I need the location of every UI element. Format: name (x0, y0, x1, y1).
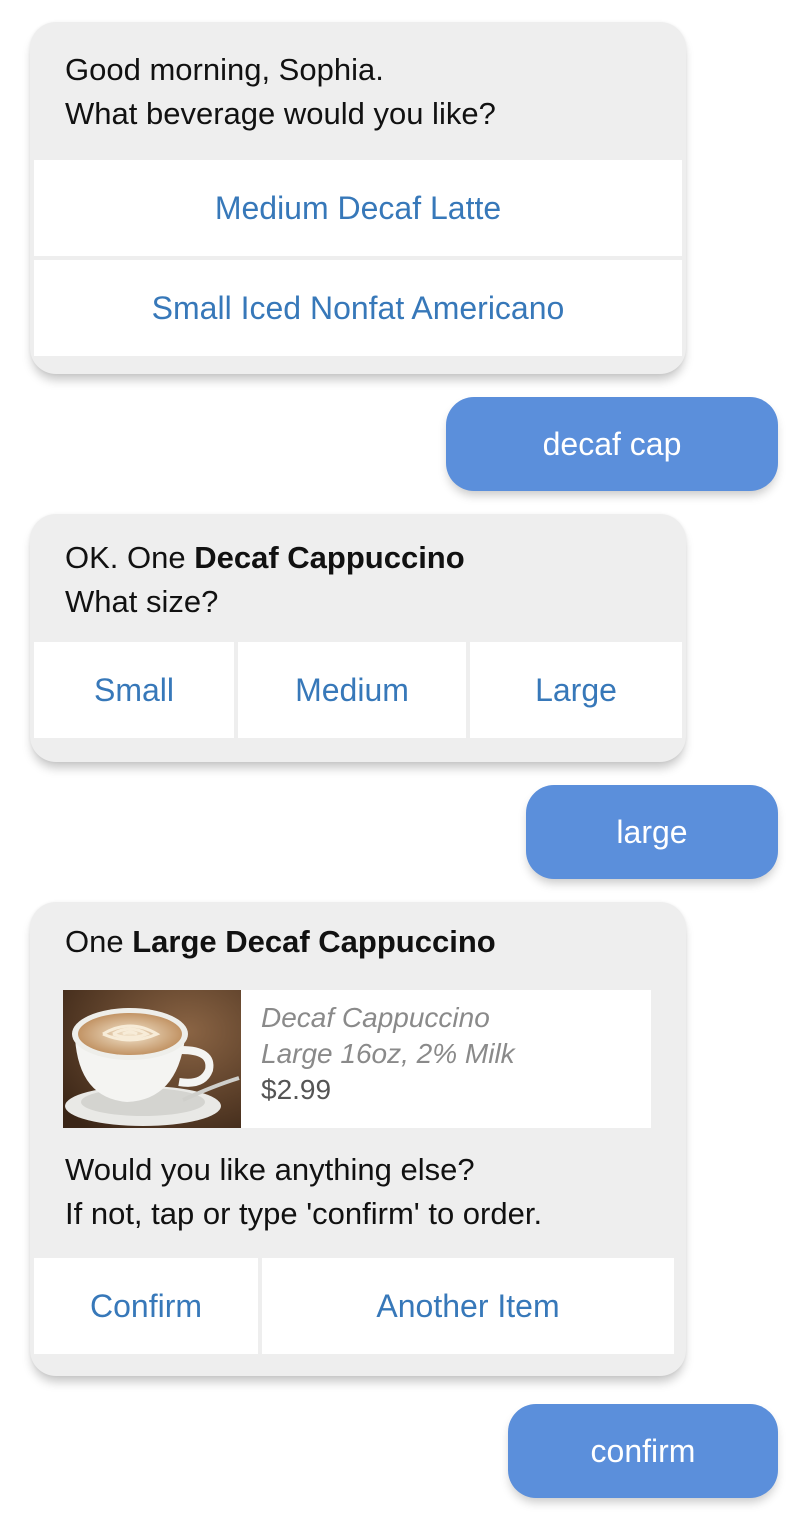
followup-text: Would you like anything else? If not, ta… (30, 1148, 542, 1236)
size-options: Small Medium Large (30, 642, 686, 738)
product-description: Large 16oz, 2% Milk (261, 1038, 515, 1069)
greeting-text: Good morning, Sophia. What beverage woul… (30, 22, 686, 160)
bot-message-greeting: Good morning, Sophia. What beverage woul… (30, 22, 686, 374)
bot-message-order-summary: One Large Decaf Cappuccino Decaf Cappucc… (30, 902, 686, 1376)
product-details: Decaf Cappuccino Large 16oz, 2% Milk $2.… (241, 990, 515, 1128)
order-confirmation-line: OK. One Decaf Cappuccino (65, 540, 465, 575)
beverage-question: What beverage would you like? (65, 96, 496, 131)
cappuccino-photo-icon (63, 990, 241, 1128)
option-medium-decaf-latte[interactable]: Medium Decaf Latte (34, 160, 682, 256)
anything-else-question: Would you like anything else? (65, 1152, 475, 1187)
size-question: What size? (65, 584, 219, 619)
confirm-instruction: If not, tap or type 'confirm' to order. (65, 1196, 543, 1231)
option-small-iced-nonfat-americano[interactable]: Small Iced Nonfat Americano (34, 260, 682, 356)
item-name: Decaf Cappuccino (194, 540, 465, 575)
product-price: $2.99 (261, 1074, 332, 1105)
user-message-large: large (526, 785, 778, 879)
confirm-button[interactable]: Confirm (34, 1258, 258, 1354)
order-item-name: Large Decaf Cappuccino (132, 924, 496, 959)
greeting-line: Good morning, Sophia. (65, 52, 384, 87)
option-small[interactable]: Small (34, 642, 234, 738)
user-message-decaf-cap: decaf cap (446, 397, 778, 491)
option-large[interactable]: Large (470, 642, 682, 738)
order-actions: Confirm Another Item (30, 1258, 678, 1354)
cappuccino-image (63, 990, 241, 1128)
option-medium[interactable]: Medium (238, 642, 466, 738)
user-message-confirm: confirm (508, 1404, 778, 1498)
bot-message-size: OK. One Decaf Cappuccino What size? Smal… (30, 514, 686, 762)
quick-reply-list: Medium Decaf Latte Small Iced Nonfat Ame… (30, 160, 686, 356)
size-prompt: OK. One Decaf Cappuccino What size? (30, 514, 686, 642)
product-name: Decaf Cappuccino (261, 1002, 490, 1033)
order-heading: One Large Decaf Cappuccino (65, 924, 496, 959)
product-card[interactable]: Decaf Cappuccino Large 16oz, 2% Milk $2.… (63, 990, 651, 1128)
another-item-button[interactable]: Another Item (262, 1258, 674, 1354)
